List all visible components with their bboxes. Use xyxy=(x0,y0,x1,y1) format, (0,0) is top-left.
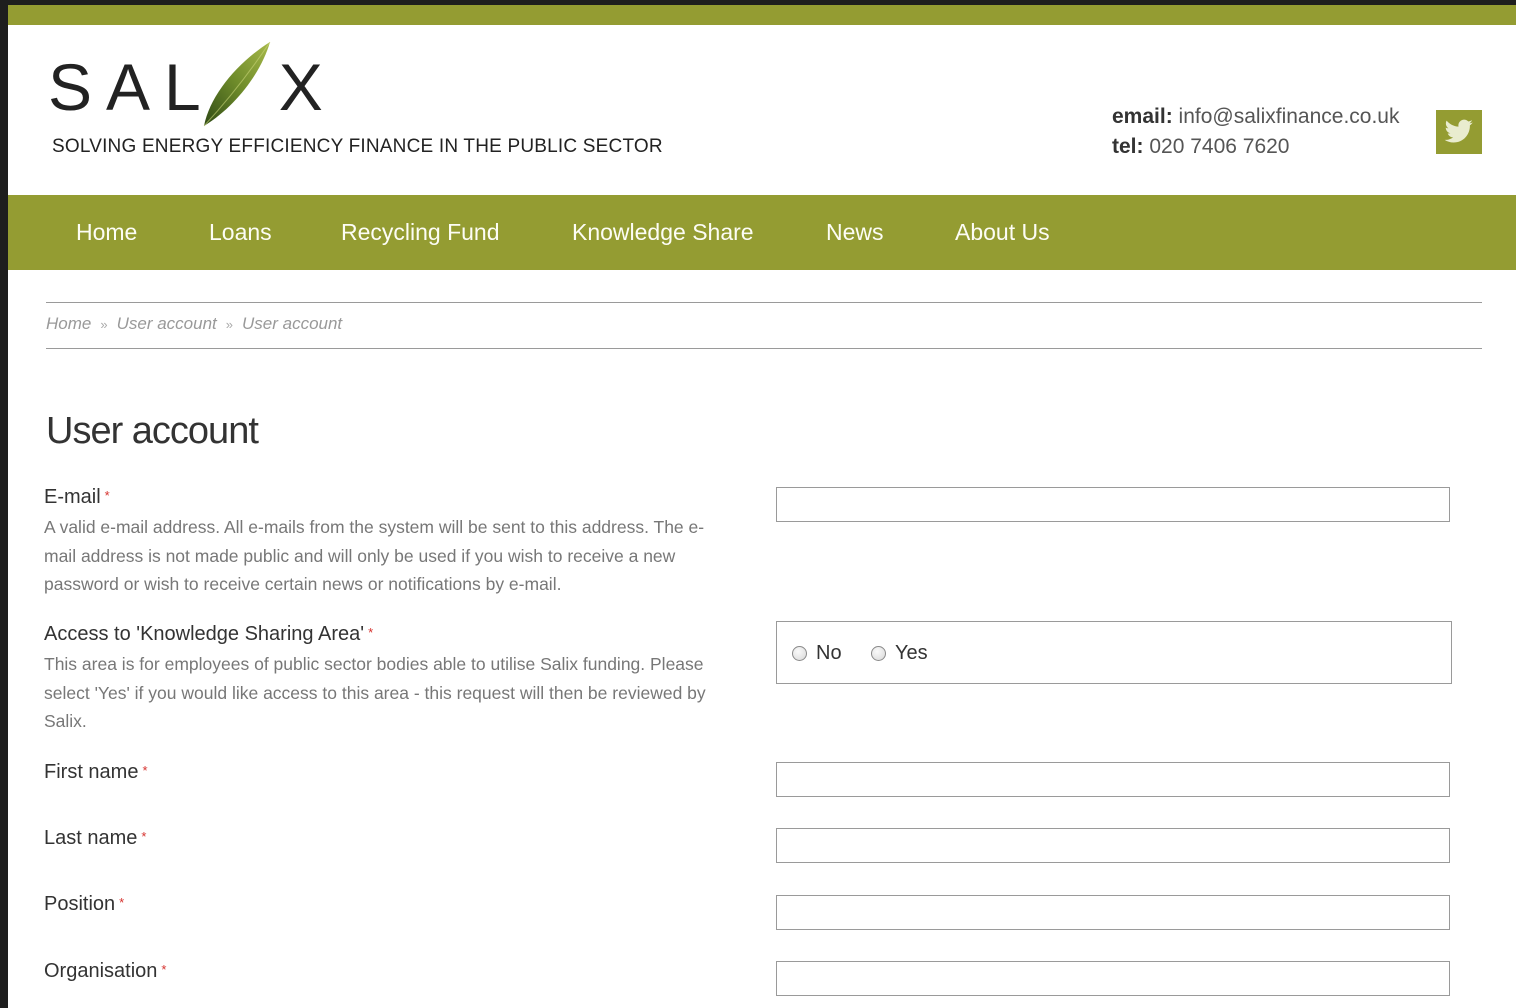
logo-text-left: SAL xyxy=(48,50,215,124)
radio-option-no[interactable]: No xyxy=(792,642,842,665)
radio-option-yes[interactable]: Yes xyxy=(871,642,928,665)
twitter-button[interactable] xyxy=(1436,110,1482,154)
leaf-icon xyxy=(203,41,271,127)
logo-wordmark: SAL X xyxy=(48,52,337,122)
position-field-label: Position * xyxy=(44,893,124,916)
last-name-field-label: Last name * xyxy=(44,827,146,850)
required-marker: * xyxy=(142,763,148,778)
contact-tel-row: tel: 020 7406 7620 xyxy=(1112,132,1399,162)
access-field-label: Access to 'Knowledge Sharing Area' * xyxy=(44,623,373,646)
breadcrumb: Home » User account » User account xyxy=(46,314,342,334)
email-field-label: E-mail * xyxy=(44,486,110,509)
window-border-left xyxy=(0,0,8,1008)
top-color-strip xyxy=(8,5,1516,25)
contact-email-row: email: info@salixfinance.co.uk xyxy=(1112,102,1399,132)
page-frame: SAL X SOLVING ENERGY EFFICIENCY FINANCE I… xyxy=(0,0,1516,1008)
email-field[interactable] xyxy=(776,487,1450,522)
required-marker: * xyxy=(141,829,147,844)
tagline: SOLVING ENERGY EFFICIENCY FINANCE IN THE… xyxy=(52,136,663,157)
main-nav: Home Loans Recycling Fund Knowledge Shar… xyxy=(8,195,1516,270)
email-label: email: xyxy=(1112,105,1173,128)
page-title: User account xyxy=(46,410,259,452)
email-label-text: E-mail xyxy=(44,486,101,508)
radio-yes-label: Yes xyxy=(895,642,928,664)
nav-item-recycling-fund[interactable]: Recycling Fund xyxy=(341,195,500,270)
nav-item-loans[interactable]: Loans xyxy=(209,195,272,270)
breadcrumb-user-account[interactable]: User account xyxy=(117,314,217,333)
radio-yes-button[interactable] xyxy=(871,646,886,661)
organisation-field[interactable] xyxy=(776,961,1450,996)
position-label-text: Position xyxy=(44,893,116,915)
nav-item-about-us[interactable]: About Us xyxy=(955,195,1050,270)
last-name-field[interactable] xyxy=(776,828,1450,863)
breadcrumb-current: User account xyxy=(242,314,343,333)
tel-value: 020 7406 7620 xyxy=(1149,135,1290,158)
required-marker: * xyxy=(161,962,167,977)
breadcrumb-home[interactable]: Home xyxy=(46,314,91,333)
breadcrumb-rule-top xyxy=(46,302,1482,303)
breadcrumb-separator: » xyxy=(225,317,233,332)
first-name-label-text: First name xyxy=(44,761,139,783)
organisation-label-text: Organisation xyxy=(44,960,158,982)
organisation-field-label: Organisation * xyxy=(44,960,166,983)
nav-item-news[interactable]: News xyxy=(826,195,884,270)
nav-item-home[interactable]: Home xyxy=(76,195,137,270)
contact-info: email: info@salixfinance.co.uk tel: 020 … xyxy=(1112,102,1399,162)
access-label-text: Access to 'Knowledge Sharing Area' xyxy=(44,623,365,645)
twitter-icon xyxy=(1444,119,1473,143)
radio-no-button[interactable] xyxy=(792,646,807,661)
email-description: A valid e-mail address. All e-mails from… xyxy=(44,517,705,594)
radio-no-label: No xyxy=(816,642,842,664)
salix-logo[interactable]: SAL X xyxy=(48,40,348,130)
first-name-field-label: First name * xyxy=(44,761,148,784)
access-radio-group: No Yes xyxy=(776,621,1452,684)
tel-label: tel: xyxy=(1112,135,1144,158)
email-link[interactable]: info@salixfinance.co.uk xyxy=(1179,105,1400,128)
breadcrumb-rule-bottom xyxy=(46,348,1482,349)
required-marker: * xyxy=(368,625,374,640)
logo-text-right: X xyxy=(278,50,337,124)
first-name-field[interactable] xyxy=(776,762,1450,797)
access-description: This area is for employees of public sec… xyxy=(44,654,706,731)
position-field[interactable] xyxy=(776,895,1450,930)
required-marker: * xyxy=(104,488,110,503)
breadcrumb-separator: » xyxy=(100,317,108,332)
required-marker: * xyxy=(119,895,125,910)
last-name-label-text: Last name xyxy=(44,827,138,849)
nav-item-knowledge-share[interactable]: Knowledge Share xyxy=(572,195,754,270)
